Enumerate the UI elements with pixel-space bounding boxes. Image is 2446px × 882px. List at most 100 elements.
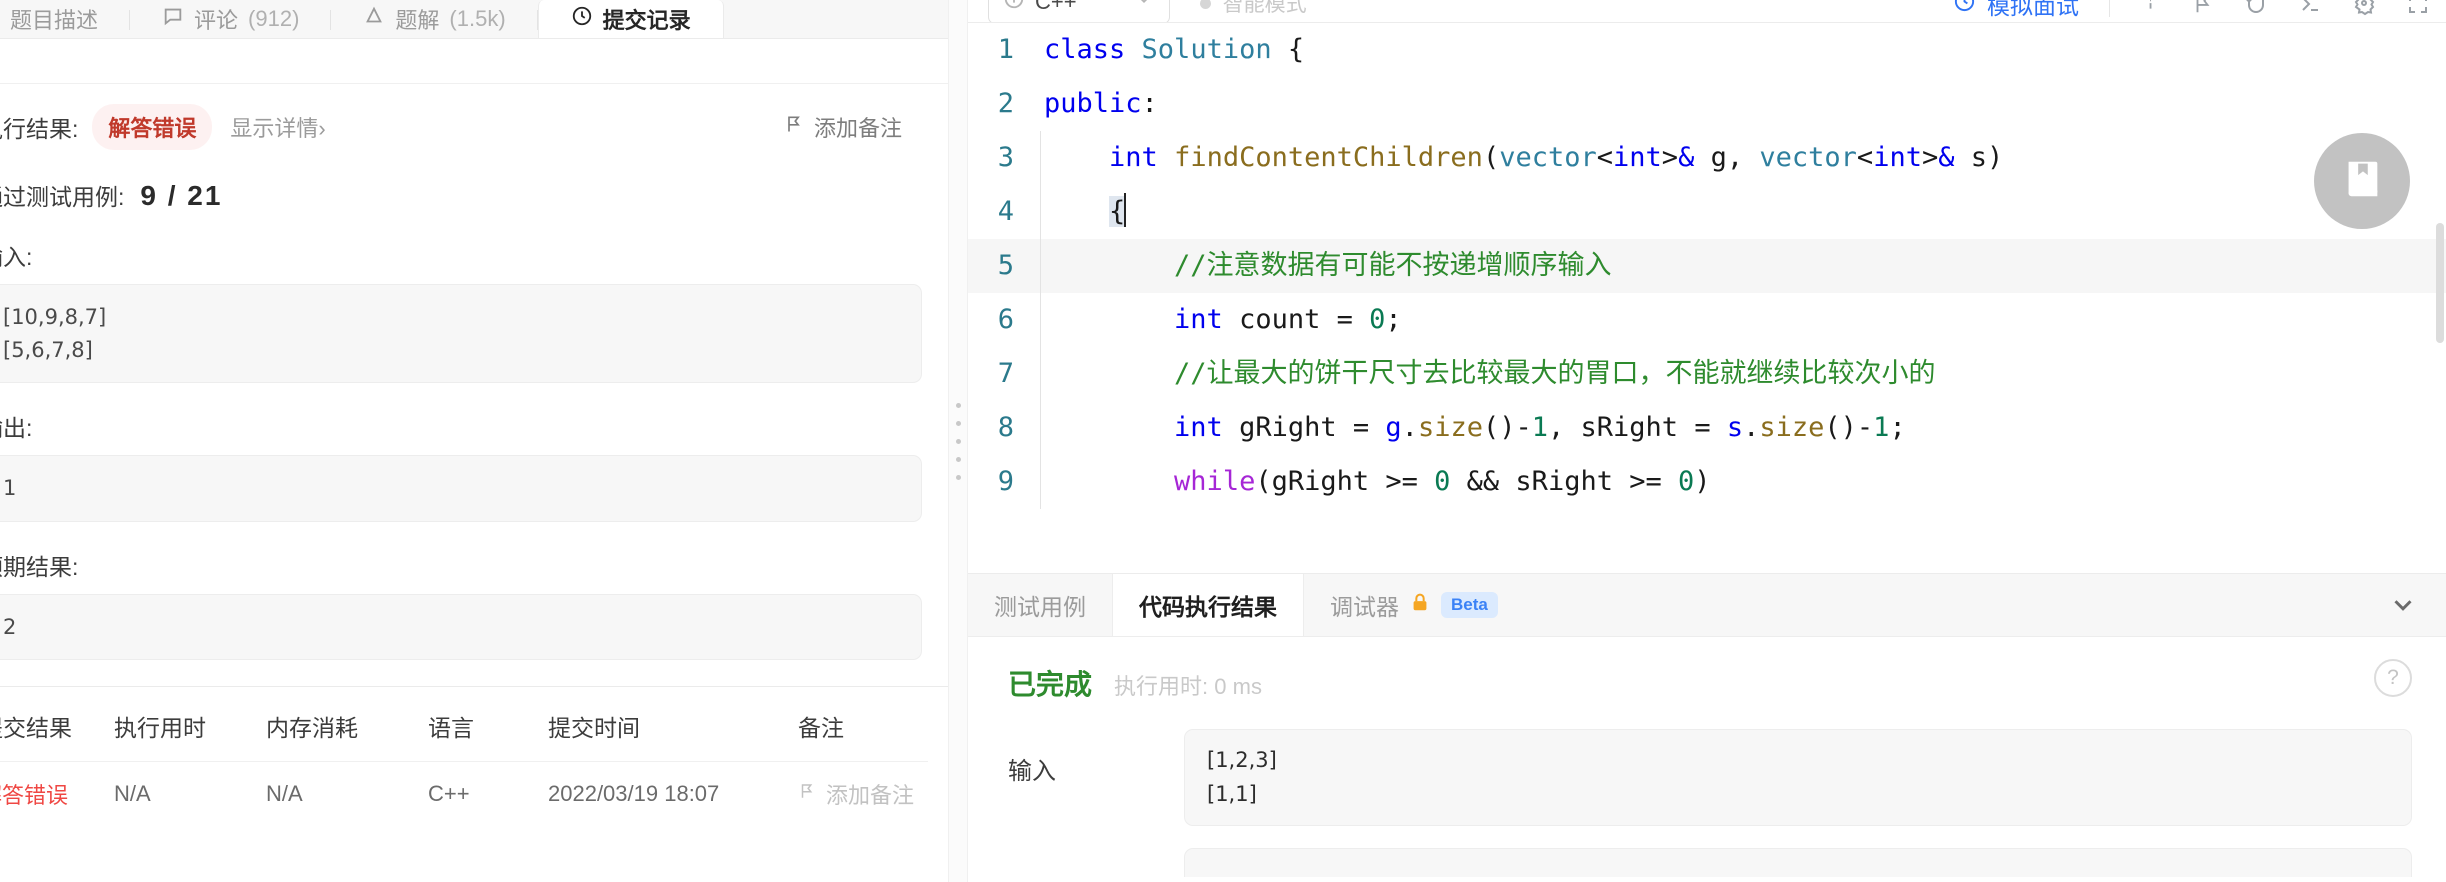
tab-count: (912)	[248, 6, 300, 31]
code-line: 1 class Solution {	[968, 23, 2446, 77]
cell-note[interactable]: 添加备注	[798, 761, 928, 827]
fullscreen-icon[interactable]	[2406, 0, 2430, 16]
smart-mode-toggle[interactable]: 智能模式	[1199, 0, 1307, 18]
settings-icon[interactable]	[2352, 0, 2376, 16]
language-selector[interactable]: C++	[988, 0, 1170, 22]
line-number: 7	[997, 358, 1014, 389]
line-content: {	[1040, 185, 2446, 239]
lock-icon	[1409, 590, 1431, 620]
cell-memory: N/A	[266, 761, 428, 827]
input-line: [10,9,8,7]	[3, 305, 107, 329]
code-line: 4 {	[968, 185, 2446, 239]
chevron-right-icon: ›	[318, 116, 326, 141]
leetcode-problem-page: 题目描述 评论 (912) 题解 (1.5k) 提交记录 行结果: 解答错误 显…	[0, 0, 2446, 882]
line-content: //让最大的饼干尺寸去比较最大的胃口，不能就继续比较次小的	[1040, 347, 2446, 401]
col-header-language: 语言	[428, 715, 474, 742]
runtime-info: 执行用时: 0 ms	[1114, 669, 1262, 701]
tab-solutions[interactable]: 题解 (1.5k)	[331, 0, 538, 38]
tab-count: (1.5k)	[449, 6, 506, 31]
code-editor[interactable]: 1 class Solution { 2 public: 3 int findC…	[968, 22, 2446, 573]
bulb-icon	[363, 5, 385, 33]
show-detail-link[interactable]: 显示详情›	[230, 111, 325, 143]
console-input-label: 输入	[1008, 758, 1056, 785]
code-line: 8 int gRight = g.size()-1, sRight = s.si…	[968, 401, 2446, 455]
console-input-line: [1,2,3]	[1207, 748, 1277, 772]
output-line: 1	[3, 476, 17, 501]
flag-icon	[784, 113, 804, 141]
code-area[interactable]: 1 class Solution { 2 public: 3 int findC…	[968, 23, 2446, 509]
book-bookmark-icon	[2339, 156, 2385, 207]
line-content: //注意数据有可能不按递增顺序输入	[1040, 239, 2446, 293]
notebook-fab-button[interactable]	[2314, 133, 2410, 229]
console-panel: 测试用例 代码执行结果 调试器 Beta 已完成 执行用时: 0 ms ? 输入…	[968, 573, 2446, 882]
cell-time: 2022/03/19 18:07	[548, 761, 798, 827]
console-input-row: 输入 [1,2,3] [1,1]	[968, 729, 2446, 827]
console-body: 已完成 执行用时: 0 ms ? 输入 [1,2,3] [1,1]	[968, 637, 2446, 882]
console-input-line: [1,1]	[1207, 781, 1257, 806]
col-header-memory: 内存消耗	[266, 715, 358, 742]
help-icon[interactable]: ?	[2374, 659, 2412, 697]
editor-scrollbar[interactable]	[2434, 23, 2446, 573]
line-content: public:	[1044, 88, 1158, 119]
code-line: 2 public:	[968, 77, 2446, 131]
line-number: 5	[997, 250, 1014, 281]
tab-testcases[interactable]: 测试用例	[968, 574, 1112, 636]
tab-description[interactable]: 题目描述	[0, 0, 131, 38]
tab-label: 题解	[395, 8, 440, 33]
clock-icon	[1953, 0, 1976, 19]
code-line: 6 int count = 0;	[968, 293, 2446, 347]
execution-status: 已完成	[1008, 669, 1093, 700]
console-input-box[interactable]: [1,2,3] [1,1]	[1184, 729, 2412, 827]
result-label: 执行结果:	[0, 116, 79, 142]
pass-value: 9 / 21	[140, 180, 223, 211]
mock-interview-button[interactable]: 模拟面试	[1953, 0, 2079, 21]
code-line: 5 //注意数据有可能不按递增顺序输入	[968, 239, 2446, 293]
cell-result[interactable]: 解答错误	[0, 761, 114, 827]
console-tab-bar: 测试用例 代码执行结果 调试器 Beta	[968, 574, 2446, 637]
line-number: 8	[997, 412, 1014, 443]
language-label: C++	[1035, 0, 1077, 14]
tab-debugger[interactable]: 调试器 Beta	[1304, 574, 1524, 636]
reset-icon[interactable]	[2244, 0, 2268, 16]
cell-language: C++	[428, 761, 548, 827]
line-content: int gRight = g.size()-1, sRight = s.size…	[1040, 401, 2446, 455]
add-note-button[interactable]: 添加备注	[784, 111, 922, 143]
execution-status-row: 已完成 执行用时: 0 ms	[968, 663, 2446, 703]
tab-label: 测试用例	[994, 594, 1086, 620]
panel-splitter[interactable]	[948, 0, 968, 882]
input-line: [5,6,7,8]	[3, 337, 93, 362]
line-content: int findContentChildren(vector<int>& g, …	[1040, 131, 2446, 185]
tab-comments[interactable]: 评论 (912)	[130, 0, 332, 38]
line-number: 6	[997, 304, 1014, 335]
beta-badge: Beta	[1441, 592, 1498, 618]
submissions-table: 提交结果 执行用时 内存消耗 语言 提交时间 备注 解答错误 N/A N/A C…	[0, 687, 928, 827]
line-content: while(gRight >= 0 && sRight >= 0)	[1040, 455, 2446, 509]
cell-note-label: 添加备注	[826, 783, 915, 809]
divider	[2109, 0, 2110, 17]
tab-label: 代码执行结果	[1139, 594, 1277, 620]
status-badge: 解答错误	[92, 104, 213, 150]
line-number: 4	[997, 196, 1014, 227]
drag-handle-icon[interactable]	[955, 402, 961, 480]
show-detail-text: 显示详情	[230, 116, 319, 141]
flag-icon[interactable]	[2192, 0, 2214, 16]
collapse-console-button[interactable]	[2388, 574, 2446, 636]
toolbar-right-actions: 模拟面试	[1953, 0, 2430, 21]
right-panel: C++ 智能模式 模拟面试 1 class Solution {2 publi…	[968, 0, 2446, 882]
expected-label: 预期结果:	[0, 553, 79, 580]
left-panel: 题目描述 评论 (912) 题解 (1.5k) 提交记录 行结果: 解答错误 显…	[0, 0, 948, 882]
col-header-runtime: 执行用时	[114, 715, 206, 742]
tab-submissions[interactable]: 提交记录	[537, 0, 724, 38]
line-number: 2	[997, 88, 1014, 119]
expected-line: 2	[3, 614, 17, 639]
tab-execution-result[interactable]: 代码执行结果	[1112, 574, 1304, 636]
line-number: 1	[997, 34, 1014, 65]
smart-mode-label: 智能模式	[1222, 0, 1307, 16]
line-content: class Solution {	[1044, 34, 1305, 65]
chevron-down-icon	[1133, 0, 1155, 16]
pass-label: 通过测试用例:	[0, 184, 125, 210]
tab-label: 评论	[194, 8, 239, 33]
info-icon[interactable]	[2140, 0, 2162, 15]
table-row[interactable]: 解答错误 N/A N/A C++ 2022/03/19 18:07 添加备注	[0, 761, 928, 827]
console-icon[interactable]	[2298, 0, 2322, 16]
